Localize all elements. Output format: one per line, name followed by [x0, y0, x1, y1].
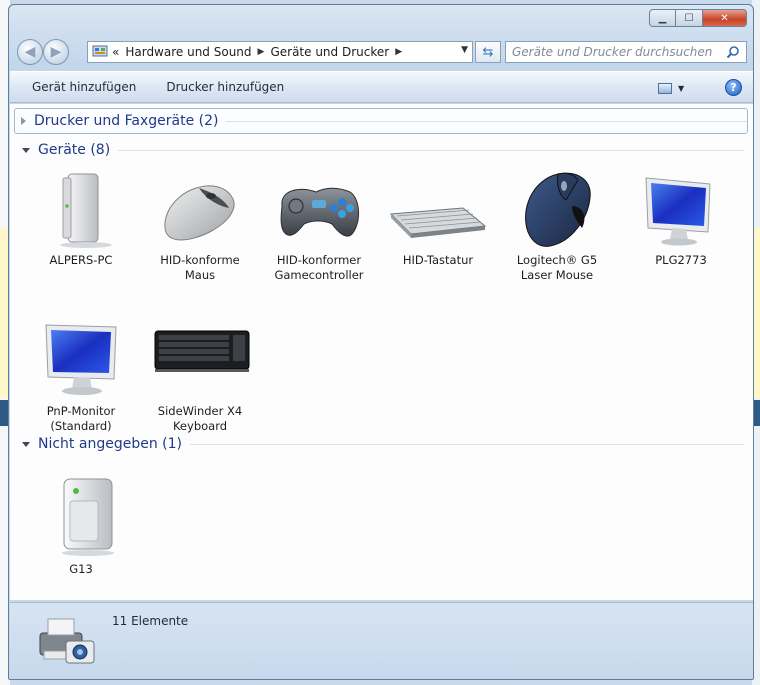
device-item[interactable]: ALPERS-PC: [26, 166, 136, 268]
printer-camera-icon: [39, 618, 95, 664]
group-divider: [189, 443, 744, 445]
group-unspecified[interactable]: Nicht angegeben (1): [22, 436, 744, 452]
device-name-line2: Gamecontroller: [274, 268, 364, 282]
chevron-down-icon: ▼: [678, 83, 685, 93]
device-item[interactable]: G13: [26, 475, 136, 577]
device-name: G13: [69, 562, 93, 576]
breadcrumb-hardware-und-sound[interactable]: Hardware und Sound: [125, 45, 251, 59]
change-view-button[interactable]: ▼: [658, 80, 696, 96]
device-name-line2: Keyboard: [172, 419, 228, 433]
maximize-icon[interactable]: ☐: [676, 9, 703, 27]
caption-buttons: ▁ ☐ ✕: [649, 9, 747, 27]
details-pane: 11 Elemente: [10, 602, 753, 679]
address-prefix[interactable]: «: [112, 45, 119, 59]
navigation-bar: ◀ ▶ « Hardware und Sound ▶ Geräte und Dr…: [15, 37, 747, 67]
gamepad-icon: [280, 187, 359, 237]
device-item[interactable]: HID-konforme Maus: [145, 166, 255, 283]
control-panel-icon: [92, 45, 108, 57]
device-name: HID-konformer: [276, 253, 362, 267]
device-item[interactable]: SideWinder X4 Keyboard: [145, 317, 255, 434]
add-printer-button[interactable]: Drucker hinzufügen: [151, 72, 299, 102]
command-toolbar: Gerät hinzufügen Drucker hinzufügen ▼ ?: [10, 71, 753, 103]
address-dropdown-icon[interactable]: ▼: [461, 45, 468, 55]
breadcrumb-arrow-icon[interactable]: ▶: [395, 47, 402, 57]
item-count: 11 Elemente: [112, 614, 189, 628]
device-item[interactable]: HID-Tastatur: [383, 166, 493, 268]
device-name: PnP-Monitor: [46, 404, 116, 418]
device-name-line2: (Standard): [50, 419, 112, 433]
computer-tower-icon: [60, 173, 112, 248]
black-keyboard-icon: [154, 330, 250, 372]
breadcrumb-geraete-und-drucker[interactable]: Geräte und Drucker: [270, 45, 389, 59]
collapse-triangle-icon: [22, 147, 30, 153]
monitor-icon: [45, 324, 117, 395]
address-bar[interactable]: « Hardware und Sound ▶ Geräte und Drucke…: [87, 41, 473, 63]
breadcrumb-arrow-icon[interactable]: ▶: [258, 47, 265, 57]
search-input[interactable]: Geräte und Drucker durchsuchen: [505, 41, 747, 63]
explorer-window: ▁ ☐ ✕ ◀ ▶ « Hardware und Sound ▶ Geräte …: [8, 4, 754, 680]
device-item[interactable]: PLG2773: [626, 166, 736, 268]
device-box-icon: [62, 478, 114, 556]
group-printers[interactable]: Drucker und Faxgeräte (2): [14, 108, 748, 134]
view-icon: [658, 82, 672, 94]
device-name: HID-konforme: [160, 253, 240, 267]
device-name: ALPERS-PC: [49, 253, 113, 267]
group-title: Nicht angegeben (1): [38, 436, 182, 452]
device-name: PLG2773: [655, 253, 707, 267]
search-placeholder: Geräte und Drucker durchsuchen: [512, 45, 713, 59]
refresh-button[interactable]: ⇆: [475, 41, 501, 63]
monitor-icon: [645, 177, 711, 246]
forward-button[interactable]: ▶: [43, 39, 69, 65]
device-name: HID-Tastatur: [402, 253, 474, 267]
minimize-icon[interactable]: ▁: [649, 9, 676, 27]
device-name: Logitech® G5: [516, 253, 598, 267]
collapse-triangle-icon: [22, 441, 30, 447]
device-name: SideWinder X4: [157, 404, 243, 418]
device-item[interactable]: Logitech® G5 Laser Mouse: [502, 166, 612, 283]
group-devices[interactable]: Geräte (8): [22, 142, 744, 158]
search-icon[interactable]: [726, 45, 740, 59]
help-icon[interactable]: ?: [725, 79, 742, 96]
keyboard-icon: [389, 207, 487, 238]
back-button[interactable]: ◀: [17, 39, 43, 65]
device-item[interactable]: PnP-Monitor (Standard): [26, 317, 136, 434]
group-title: Geräte (8): [38, 142, 111, 158]
mouse-icon: [164, 185, 235, 241]
gaming-mouse-icon: [525, 172, 591, 247]
device-name-line2: Maus: [184, 268, 216, 282]
close-icon[interactable]: ✕: [703, 9, 747, 27]
group-divider: [118, 149, 744, 151]
expand-triangle-icon: [21, 117, 26, 125]
add-device-button[interactable]: Gerät hinzufügen: [10, 72, 151, 102]
group-divider: [226, 120, 747, 122]
device-list: Drucker und Faxgeräte (2) Geräte (8) ALP…: [10, 104, 753, 600]
device-item[interactable]: HID-konformer Gamecontroller: [264, 166, 374, 283]
group-title: Drucker und Faxgeräte (2): [34, 113, 219, 129]
device-name-line2: Laser Mouse: [520, 268, 594, 282]
